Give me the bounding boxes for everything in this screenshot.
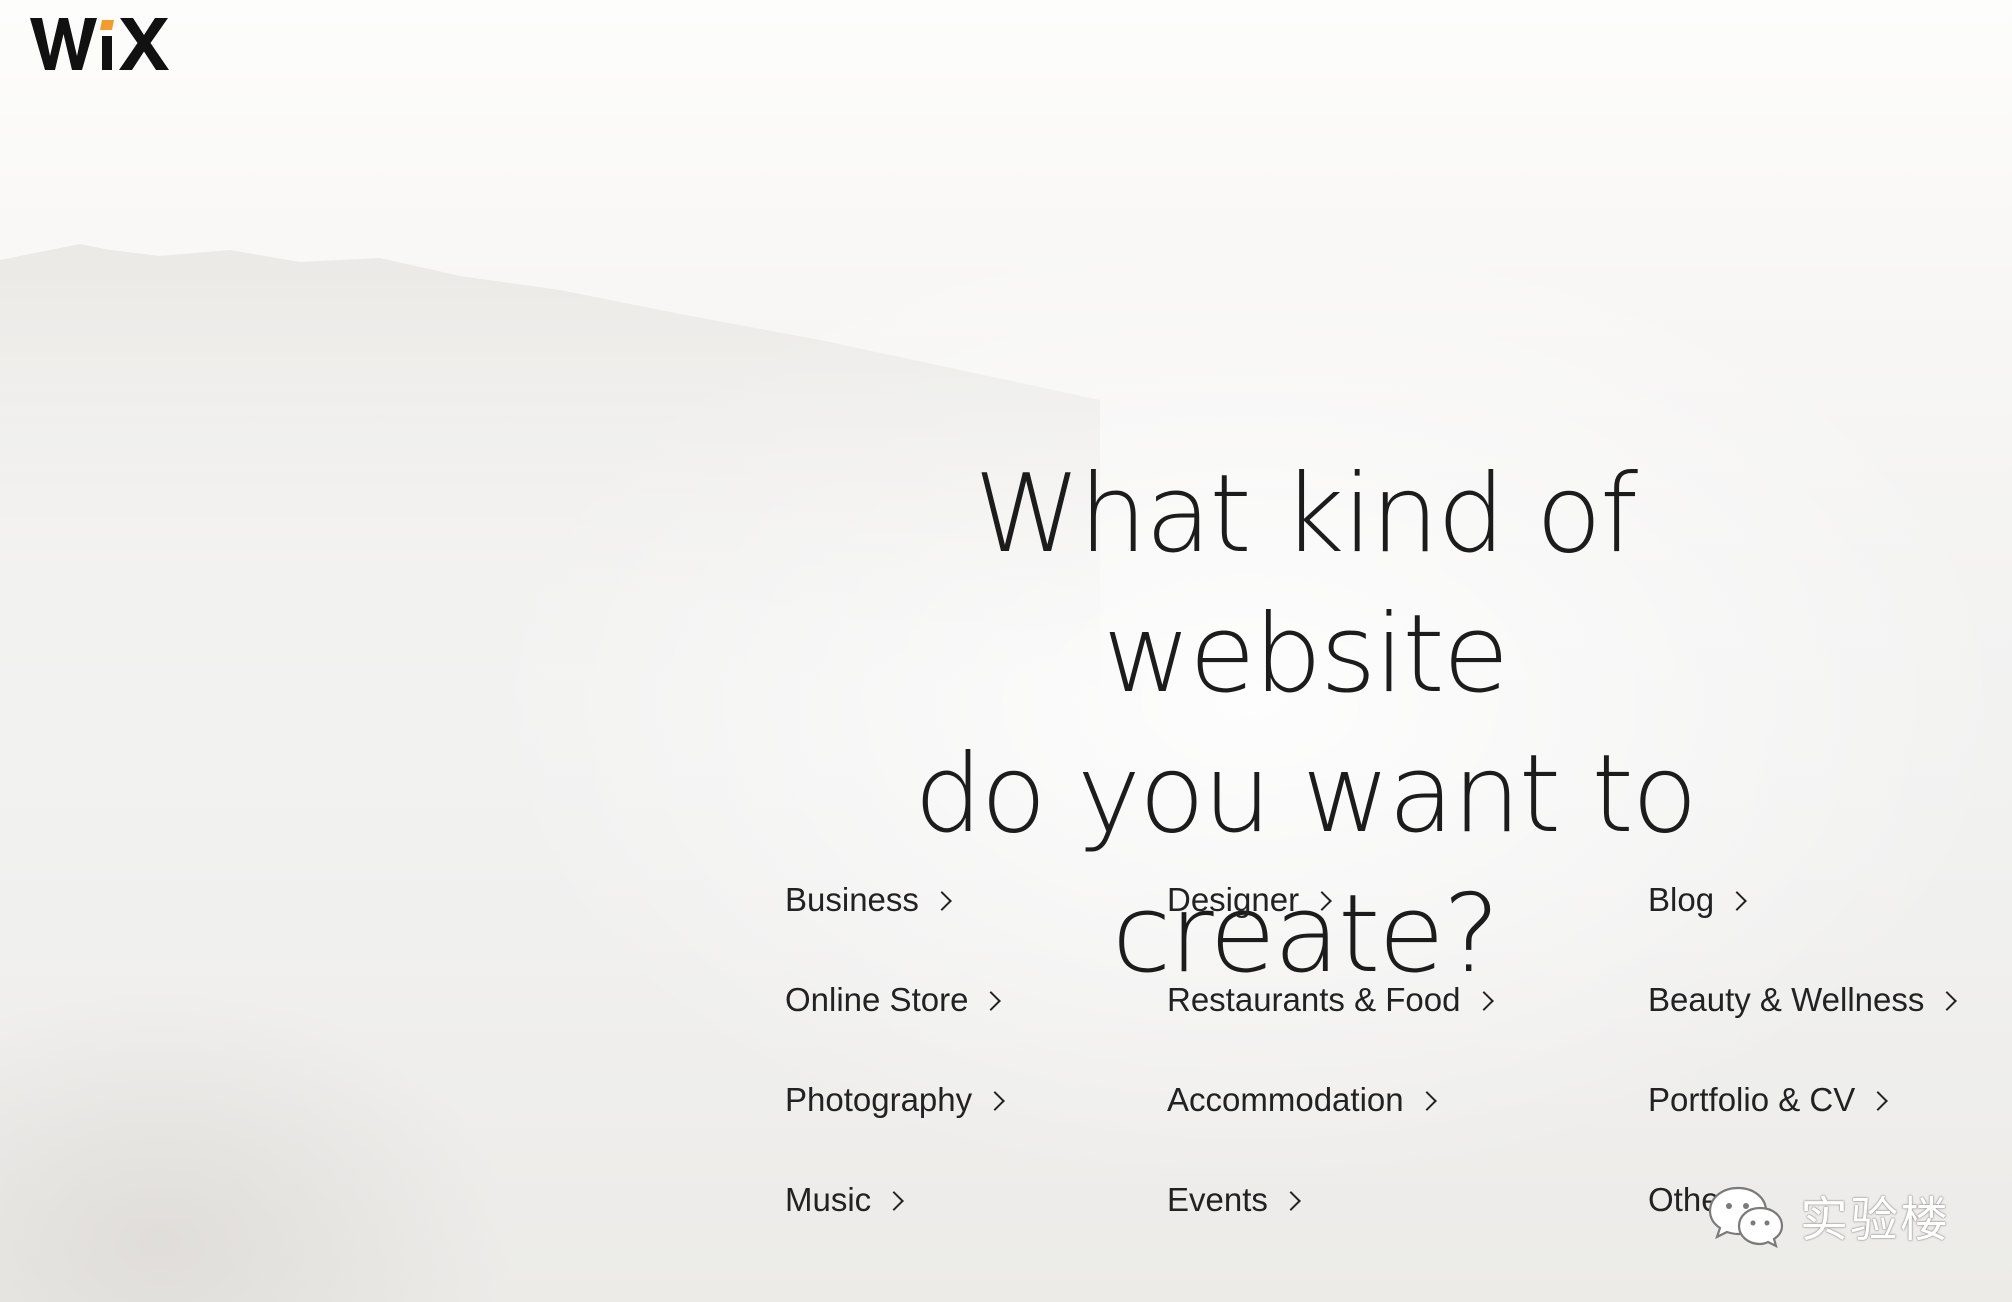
chevron-right-icon xyxy=(985,1091,1006,1111)
chevron-right-icon xyxy=(981,991,1002,1011)
wix-logo-icon xyxy=(30,18,169,70)
wix-logo[interactable] xyxy=(28,12,178,81)
category-designer[interactable]: Designer xyxy=(1167,850,1491,950)
background-mist xyxy=(0,782,760,1302)
category-label: Music xyxy=(785,1181,872,1218)
category-label: Designer xyxy=(1167,881,1300,918)
category-business[interactable]: Business xyxy=(785,850,1002,950)
category-events[interactable]: Events xyxy=(1167,1150,1491,1250)
category-blog[interactable]: Blog xyxy=(1648,850,1954,950)
category-beauty-wellness[interactable]: Beauty & Wellness xyxy=(1648,950,1958,1050)
category-music[interactable]: Music xyxy=(785,1150,1002,1250)
category-online-store[interactable]: Online Store xyxy=(785,950,1002,1050)
category-accommodation[interactable]: Accommodation xyxy=(1167,1050,1491,1150)
watermark: 实验楼 xyxy=(1706,1180,1950,1250)
chevron-right-icon xyxy=(1937,991,1958,1011)
category-label: Blog xyxy=(1648,881,1715,918)
category-label: Online Store xyxy=(785,981,969,1018)
wechat-icon xyxy=(1708,1186,1784,1248)
chevron-right-icon xyxy=(1473,991,1494,1011)
watermark-text: 实验楼 xyxy=(1800,1192,1951,1248)
category-label: Portfolio & CV xyxy=(1648,1081,1856,1118)
category-column-2: Designer Restaurants & Food Accommodatio… xyxy=(1167,850,1494,1250)
category-label: Accommodation xyxy=(1167,1081,1404,1118)
chevron-right-icon xyxy=(1312,891,1332,911)
category-restaurants-food[interactable]: Restaurants & Food xyxy=(1167,950,1494,1050)
category-portfolio-cv[interactable]: Portfolio & CV xyxy=(1648,1050,1954,1150)
category-label: Events xyxy=(1167,1181,1268,1218)
chevron-right-icon xyxy=(1727,891,1747,911)
category-label: Restaurants & Food xyxy=(1167,981,1461,1018)
chevron-right-icon xyxy=(884,1191,905,1211)
category-label: Photography xyxy=(785,1081,973,1118)
category-photography[interactable]: Photography xyxy=(785,1050,1006,1150)
category-column-1: Business Online Store Photography Music xyxy=(785,850,1006,1250)
chevron-right-icon xyxy=(1868,1091,1889,1111)
category-label: Business xyxy=(785,881,919,918)
chevron-right-icon xyxy=(932,891,952,911)
headline-line-1: What kind of website xyxy=(973,452,1638,717)
chevron-right-icon xyxy=(1416,1091,1437,1111)
chevron-right-icon xyxy=(1280,1191,1301,1211)
category-label: Beauty & Wellness xyxy=(1648,981,1925,1018)
